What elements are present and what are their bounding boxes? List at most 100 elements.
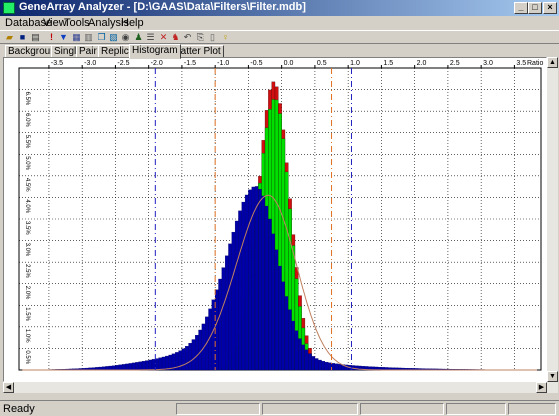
all-bar [118, 364, 123, 371]
all-bar [241, 201, 246, 371]
status-text: Ready [3, 403, 35, 415]
open-icon[interactable]: ▰ [4, 32, 15, 42]
y-tick-label: 6.0% [24, 113, 30, 127]
all-bar [111, 365, 116, 371]
all-bar [264, 205, 269, 371]
all-bar [131, 362, 136, 371]
all-bar [301, 344, 306, 371]
maximize-button[interactable]: □ [528, 2, 542, 14]
all-bar [191, 339, 196, 371]
copy-icon[interactable]: ❐ [96, 32, 107, 42]
all-bar [224, 255, 229, 371]
all-bar [258, 189, 262, 371]
x-tick-label: -2.5 [117, 60, 129, 67]
x-tick-label: 1.5 [383, 60, 393, 67]
all-bar [218, 278, 222, 371]
scroll-left-arrow-icon[interactable]: ◀ [3, 382, 14, 393]
scroll-up-arrow-icon[interactable]: ▲ [547, 57, 558, 68]
all-bar [248, 189, 252, 371]
scroll-right-arrow-icon[interactable]: ▶ [536, 382, 547, 393]
all-bar [298, 338, 302, 371]
y-tick-label: 1.0% [24, 329, 30, 343]
all-bar [231, 231, 236, 371]
all-bar [254, 186, 259, 371]
all-bar [294, 330, 299, 371]
all-bar [168, 354, 173, 371]
toolbar: ▰ ■ ▤ ! ▼ ▦ ▥ ❐ ▧ ◉ ♟ ☰ ✕ ♞ ↶ ⎘ ▯ ♀ [0, 30, 559, 44]
all-bar [165, 355, 169, 371]
graph-icon[interactable]: ✕ [158, 32, 169, 42]
status-panel [508, 403, 556, 415]
status-panel [262, 403, 358, 415]
x-tick-label: -2.0 [151, 60, 163, 67]
tab-histogram[interactable]: Histogram [129, 44, 181, 59]
print-icon[interactable]: ▤ [30, 32, 41, 42]
all-bar [238, 210, 242, 371]
users-icon[interactable]: ♞ [170, 32, 181, 42]
x-axis-label: Ratio [527, 60, 543, 67]
minimize-button[interactable]: _ [514, 2, 528, 14]
all-bar [138, 361, 143, 371]
all-bar [158, 357, 163, 371]
x-tick-label: 0.5 [317, 60, 327, 67]
all-bar [145, 360, 149, 371]
scroll-down-arrow-icon[interactable]: ▼ [547, 371, 558, 382]
export-icon[interactable]: ▧ [108, 32, 119, 42]
grid-icon[interactable]: ▦ [71, 32, 82, 42]
help-page-icon[interactable]: ▯ [207, 32, 218, 42]
horizontal-scrollbar[interactable]: ◀ ▶ [3, 382, 558, 393]
all-bar [324, 361, 329, 371]
x-tick-label: 3.5 [516, 60, 526, 67]
all-bar [284, 296, 289, 371]
y-tick-label: 5.0% [24, 156, 30, 170]
x-tick-label: -1.5 [184, 60, 196, 67]
all-bar [321, 361, 326, 371]
all-bar [121, 364, 126, 371]
all-bar [311, 356, 316, 371]
undo-icon[interactable]: ↶ [182, 32, 193, 42]
menu-bar: Database View Tools Analysis Help [0, 16, 559, 30]
all-bar [314, 358, 319, 371]
histogram-panel: -3.5 -3.0 -2.5 -2.0 -1.5 -1.0 -0.5 0.0 0.5 1.0 1.5… [3, 57, 547, 382]
y-tick-label: 1.5% [24, 307, 30, 321]
menu-help[interactable]: Help [121, 17, 144, 29]
close-button[interactable]: × [543, 2, 557, 14]
vertical-scrollbar[interactable]: ▲ ▼ [547, 57, 558, 382]
all-bar [228, 243, 232, 371]
all-bar [148, 359, 153, 371]
status-panel [360, 403, 444, 415]
x-tick-label: -1.0 [217, 60, 229, 67]
all-bar [291, 320, 296, 371]
y-tick-label: 3.5% [24, 221, 30, 235]
x-tick-label: 3.0 [483, 60, 493, 67]
all-bar [274, 249, 279, 371]
status-bar: Ready [0, 400, 559, 416]
y-tick-label: 3.0% [24, 243, 30, 257]
y-tick-label: 0.5% [24, 350, 30, 364]
all-bar [318, 359, 322, 371]
binoculars-icon[interactable]: ◉ [120, 32, 131, 42]
y-tick-label: 2.5% [24, 264, 30, 278]
all-bar [141, 361, 146, 371]
all-bar [195, 335, 199, 371]
all-bar [304, 349, 309, 371]
person-icon[interactable]: ♟ [133, 32, 144, 42]
all-bar [268, 218, 272, 371]
all-bar [178, 350, 183, 371]
menu-tools[interactable]: Tools [64, 17, 90, 29]
x-tick-label: 1.0 [350, 60, 360, 67]
filter-icon[interactable]: ▼ [58, 32, 69, 42]
chart-icon[interactable]: ▥ [83, 32, 94, 42]
lightbulb-icon[interactable]: ♀ [220, 32, 231, 42]
y-tick-label: 4.0% [24, 199, 30, 213]
x-tick-label: -3.0 [84, 60, 96, 67]
save-icon[interactable]: ■ [17, 32, 28, 42]
x-tick-label: 2.0 [417, 60, 427, 67]
redo-icon[interactable]: ⎘ [195, 32, 206, 42]
all-bar [188, 343, 193, 371]
exclaim-icon[interactable]: ! [46, 32, 57, 42]
table-icon[interactable]: ☰ [145, 32, 156, 42]
all-bar [281, 281, 286, 371]
all-bar [105, 366, 109, 371]
y-tick-label: 6.5% [24, 92, 30, 106]
